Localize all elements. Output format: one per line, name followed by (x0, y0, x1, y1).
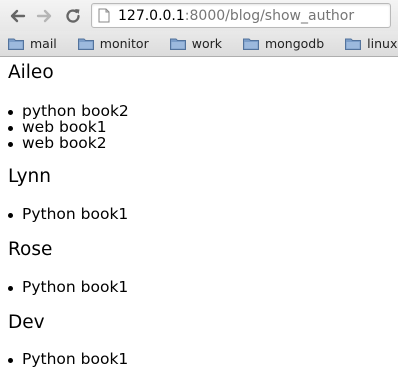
reload-icon (66, 9, 80, 23)
back-button[interactable] (4, 3, 30, 29)
bookmark-mail[interactable]: mail (8, 36, 57, 51)
book-list: Python book1 (0, 279, 128, 295)
book-item: web book1 (0, 119, 129, 135)
author-name: Aileo (8, 62, 54, 83)
book-item: Python book1 (0, 279, 128, 295)
folder-icon (169, 38, 186, 50)
back-arrow-icon (10, 9, 26, 23)
folder-icon (77, 38, 94, 50)
browser-toolbar: 127.0.0.1:8000/blog/show_author (0, 0, 398, 31)
book-item: python book2 (0, 103, 129, 119)
book-item: Python book1 (0, 351, 128, 367)
bookmark-label: mail (30, 36, 57, 51)
address-bar[interactable]: 127.0.0.1:8000/blog/show_author (91, 3, 391, 28)
reload-button[interactable] (60, 3, 86, 29)
book-item: web book2 (0, 135, 129, 151)
bookmark-mongodb[interactable]: mongodb (242, 36, 325, 51)
folder-icon (8, 38, 24, 50)
bookmark-work[interactable]: work (169, 36, 222, 51)
folder-icon (242, 38, 259, 50)
author-name: Lynn (8, 166, 52, 187)
page-icon (98, 8, 110, 23)
book-list: Python book1 (0, 206, 128, 222)
book-list: Python book1 (0, 351, 128, 367)
url-path: :8000/blog/show_author (184, 7, 355, 24)
bookmark-monitor[interactable]: monitor (77, 36, 149, 51)
bookmark-linux[interactable]: linux (345, 36, 397, 51)
forward-button[interactable] (32, 3, 58, 29)
folder-icon (345, 38, 362, 50)
bookmark-label: work (191, 36, 222, 51)
author-name: Dev (8, 312, 45, 333)
bookmark-label: linux (367, 36, 398, 51)
bookmarks-bar: mail monitor work mongodb linux (0, 31, 398, 57)
url-host: 127.0.0.1 (118, 7, 185, 24)
bookmark-label: mongodb (264, 36, 325, 51)
bookmark-label: monitor (99, 36, 149, 51)
book-list: python book2 web book1 web book2 (0, 103, 129, 151)
author-name: Rose (8, 239, 53, 260)
book-item: Python book1 (0, 206, 128, 222)
forward-arrow-icon (36, 9, 52, 23)
